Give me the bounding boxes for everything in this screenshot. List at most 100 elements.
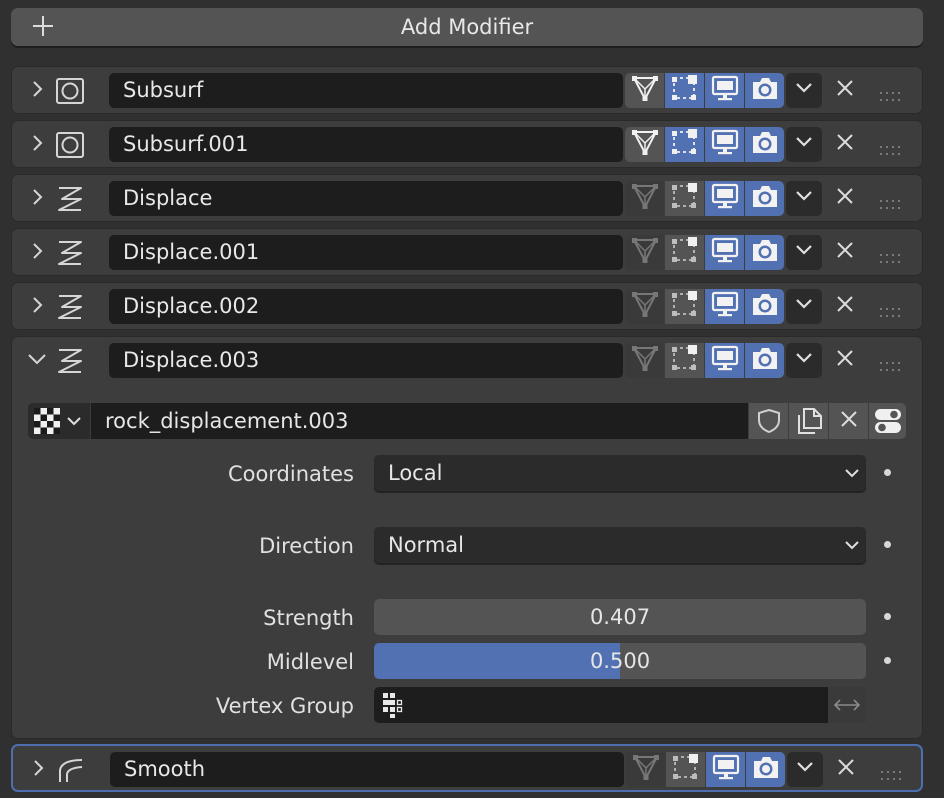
strength-field[interactable]: 0.407: [374, 599, 866, 635]
render-toggle[interactable]: [745, 289, 784, 324]
fake-user-button[interactable]: [749, 403, 788, 439]
expand-chevron-icon[interactable]: [26, 78, 48, 100]
remove-modifier-button[interactable]: [830, 127, 860, 162]
modifier-header[interactable]: Subsurf: [12, 67, 922, 113]
texture-browse-button[interactable]: [28, 403, 90, 439]
drag-handle-icon[interactable]: [881, 763, 905, 780]
on-cage-toggle[interactable]: [625, 181, 664, 216]
add-modifier-button[interactable]: Add Modifier: [11, 8, 923, 46]
viewport-toggle[interactable]: [705, 181, 744, 216]
drag-handle-icon[interactable]: [880, 192, 904, 209]
chevron-down-icon: [794, 186, 814, 211]
modifier-name-field[interactable]: Displace.002: [109, 289, 623, 324]
viewport-toggle[interactable]: [705, 127, 744, 162]
modifier-header[interactable]: Displace.001: [12, 229, 922, 275]
modifier-header[interactable]: Subsurf.001: [12, 121, 922, 167]
coordinates-select[interactable]: Local: [374, 455, 866, 491]
edit-mode-toggle[interactable]: [665, 235, 704, 270]
expand-chevron-icon[interactable]: [27, 757, 49, 779]
viewport-toggle[interactable]: [705, 73, 744, 108]
viewport-toggle[interactable]: [705, 289, 744, 324]
modifier-menu-button[interactable]: [786, 181, 822, 216]
swap-arrows-icon: [833, 699, 861, 711]
render-toggle[interactable]: [746, 752, 785, 787]
close-icon: [835, 294, 855, 319]
on-cage-toggle[interactable]: [625, 289, 664, 324]
on-cage-toggle[interactable]: [625, 343, 664, 378]
edit-mode-toggle[interactable]: [665, 343, 704, 378]
on-cage-toggle[interactable]: [625, 127, 664, 162]
coordinates-label: Coordinates: [227, 462, 354, 486]
drag-handle-icon[interactable]: [880, 84, 904, 101]
remove-modifier-button[interactable]: [830, 235, 860, 270]
subsurf-circle-icon: [55, 77, 85, 105]
expand-chevron-icon[interactable]: [26, 240, 48, 262]
on-cage-toggle[interactable]: [625, 235, 664, 270]
edit-mode-toggle[interactable]: [665, 127, 704, 162]
drag-handle-icon[interactable]: [880, 246, 904, 263]
keyframe-dot-icon[interactable]: [884, 469, 891, 476]
modifier-panel: Displace.001: [11, 228, 923, 276]
keyframe-dot-icon[interactable]: [884, 541, 891, 548]
remove-modifier-button[interactable]: [830, 181, 860, 216]
vertex-group-label: Vertex Group: [215, 694, 354, 718]
viewport-toggle[interactable]: [705, 235, 744, 270]
vertex-group-field[interactable]: [374, 687, 866, 723]
vertex-group-icon: [383, 693, 403, 718]
camera-icon: [751, 753, 781, 786]
chevron-down-icon: [794, 348, 814, 373]
modifier-menu-button[interactable]: [786, 127, 822, 162]
modifier-name-field[interactable]: Displace: [109, 181, 623, 216]
remove-modifier-button[interactable]: [831, 752, 861, 787]
keyframe-dot-icon[interactable]: [884, 657, 891, 664]
modifier-name-field[interactable]: Displace.003: [109, 343, 623, 378]
modifier-name-field[interactable]: Smooth: [110, 752, 624, 787]
on-cage-toggle[interactable]: [626, 752, 665, 787]
modifier-menu-button[interactable]: [786, 235, 822, 270]
render-toggle[interactable]: [745, 181, 784, 216]
modifier-name-field[interactable]: Displace.001: [109, 235, 623, 270]
remove-modifier-button[interactable]: [830, 73, 860, 108]
remove-modifier-button[interactable]: [830, 343, 860, 378]
modifier-header[interactable]: Smooth: [13, 746, 923, 792]
monitor-icon: [710, 74, 740, 107]
modifier-name-field[interactable]: Subsurf.001: [109, 127, 623, 162]
modifier-name-field[interactable]: Subsurf: [109, 73, 623, 108]
modifier-header[interactable]: Displace: [12, 175, 922, 221]
keyframe-dot-icon[interactable]: [884, 613, 891, 620]
edit-mode-toggle[interactable]: [665, 289, 704, 324]
texture-name-field[interactable]: rock_displacement.003: [91, 403, 748, 439]
edit-mode-toggle[interactable]: [666, 752, 705, 787]
on-cage-toggle[interactable]: [625, 73, 664, 108]
texture-properties-button[interactable]: [869, 403, 906, 439]
drag-handle-icon[interactable]: [880, 354, 904, 371]
direction-select[interactable]: Normal: [374, 527, 866, 563]
render-toggle[interactable]: [745, 127, 784, 162]
drag-handle-icon[interactable]: [880, 138, 904, 155]
remove-modifier-button[interactable]: [830, 289, 860, 324]
modifier-menu-button[interactable]: [786, 289, 822, 324]
render-toggle[interactable]: [745, 343, 784, 378]
invert-vertex-group-button[interactable]: [828, 687, 866, 723]
duplicate-texture-button[interactable]: [789, 403, 828, 439]
drag-handle-icon[interactable]: [880, 300, 904, 317]
edit-mode-toggle[interactable]: [665, 181, 704, 216]
modifier-header[interactable]: Displace.003: [12, 337, 922, 383]
close-icon: [835, 132, 855, 157]
viewport-toggle[interactable]: [705, 343, 744, 378]
render-toggle[interactable]: [745, 73, 784, 108]
modifier-menu-button[interactable]: [787, 752, 823, 787]
midlevel-slider[interactable]: 0.500: [374, 643, 866, 679]
expand-chevron-icon[interactable]: [26, 294, 48, 316]
modifier-header[interactable]: Displace.002: [12, 283, 922, 329]
collapse-chevron-icon[interactable]: [26, 348, 48, 370]
expand-chevron-icon[interactable]: [26, 132, 48, 154]
expand-chevron-icon[interactable]: [26, 186, 48, 208]
viewport-toggle[interactable]: [706, 752, 745, 787]
close-icon: [835, 348, 855, 373]
modifier-menu-button[interactable]: [786, 73, 822, 108]
render-toggle[interactable]: [745, 235, 784, 270]
edit-mode-toggle[interactable]: [665, 73, 704, 108]
unlink-texture-button[interactable]: [829, 403, 868, 439]
modifier-menu-button[interactable]: [786, 343, 822, 378]
